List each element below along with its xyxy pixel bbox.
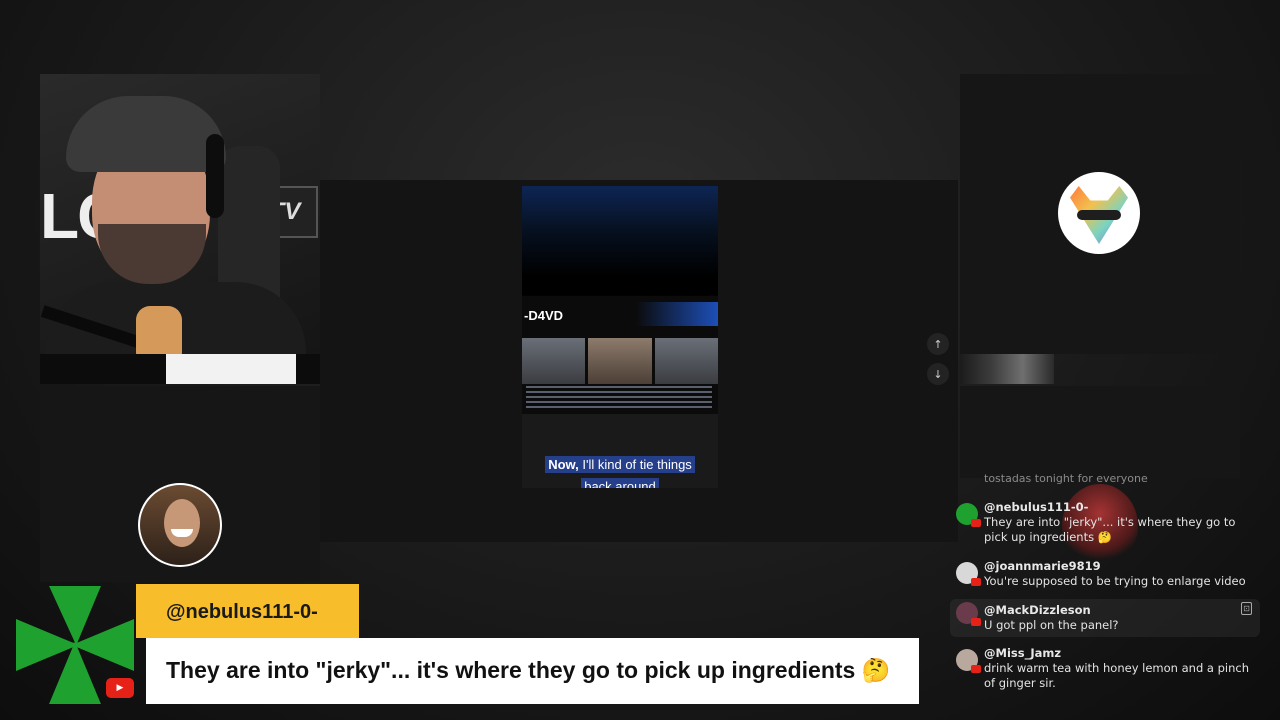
youtube-icon: [971, 519, 981, 527]
cam-strip-left: [40, 354, 166, 384]
host-cap: [66, 96, 226, 172]
shared-video[interactable]: -D4VD Now, I'll kind of tie things back …: [522, 186, 718, 488]
chat-avatar: [956, 649, 981, 673]
video-logo: -D4VD: [524, 308, 564, 323]
chat-avatar: [956, 503, 981, 527]
cam-strip-edge: [296, 354, 320, 384]
chat-text: You're supposed to be trying to enlarge …: [984, 574, 1246, 588]
cam-strip-white: [166, 354, 296, 384]
sunglasses-icon: [1077, 210, 1121, 220]
host-beard: [98, 224, 206, 284]
video-comment-overlay: [526, 386, 712, 410]
video-caption: Now, I'll kind of tie things back around: [522, 454, 718, 488]
chat-text: U got ppl on the panel?: [984, 618, 1119, 632]
chat-panel: tostadas tonight for everyone @nebulus11…: [946, 470, 1264, 704]
chat-avatar: [956, 562, 981, 586]
chat-message[interactable]: @Miss_Jamz drink warm tea with honey lem…: [950, 646, 1260, 694]
chat-partial-message: tostadas tonight for everyone: [984, 472, 1148, 485]
chat-message-highlighted[interactable]: @MackDizzleson U got ppl on the panel? ⊡: [950, 599, 1260, 637]
microphone-icon: [136, 306, 182, 354]
cam-strip-right: [960, 354, 1054, 384]
fox-avatar: [1058, 172, 1140, 254]
youtube-icon: ▶: [106, 678, 134, 698]
chat-avatar: [956, 602, 981, 626]
chat-username: @joannmarie9819: [984, 559, 1101, 573]
scroll-down-button[interactable]: ↓: [927, 363, 949, 385]
pin-icon[interactable]: ⊡: [1241, 602, 1252, 615]
chat-text: drink warm tea with honey lemon and a pi…: [984, 661, 1249, 690]
scroll-up-button[interactable]: ↑: [927, 333, 949, 355]
host-webcam: LC TV: [40, 74, 320, 354]
lower-third-message: They are into "jerky"... it's where they…: [146, 638, 919, 704]
chat-backdrop: [960, 386, 1240, 478]
chat-username: @MackDizzleson: [984, 603, 1091, 617]
youtube-icon: [971, 578, 981, 586]
headset-icon: [206, 134, 224, 218]
chat-username: @Miss_Jamz: [984, 646, 1062, 660]
chat-text: They are into "jerky"... it's where they…: [984, 515, 1236, 544]
lower-third-logo: ▶: [14, 584, 136, 704]
guest-avatar: [138, 483, 222, 567]
youtube-icon: [971, 618, 981, 626]
chat-username: @nebulus111-0-: [984, 500, 1089, 514]
youtube-icon: [971, 665, 981, 673]
video-panel-cams: [522, 338, 718, 384]
chat-message[interactable]: @joannmarie9819 You're supposed to be tr…: [950, 559, 1260, 593]
chat-message[interactable]: @nebulus111-0- They are into "jerky"... …: [950, 500, 1260, 548]
lower-third-username: @nebulus111-0-: [136, 584, 359, 638]
